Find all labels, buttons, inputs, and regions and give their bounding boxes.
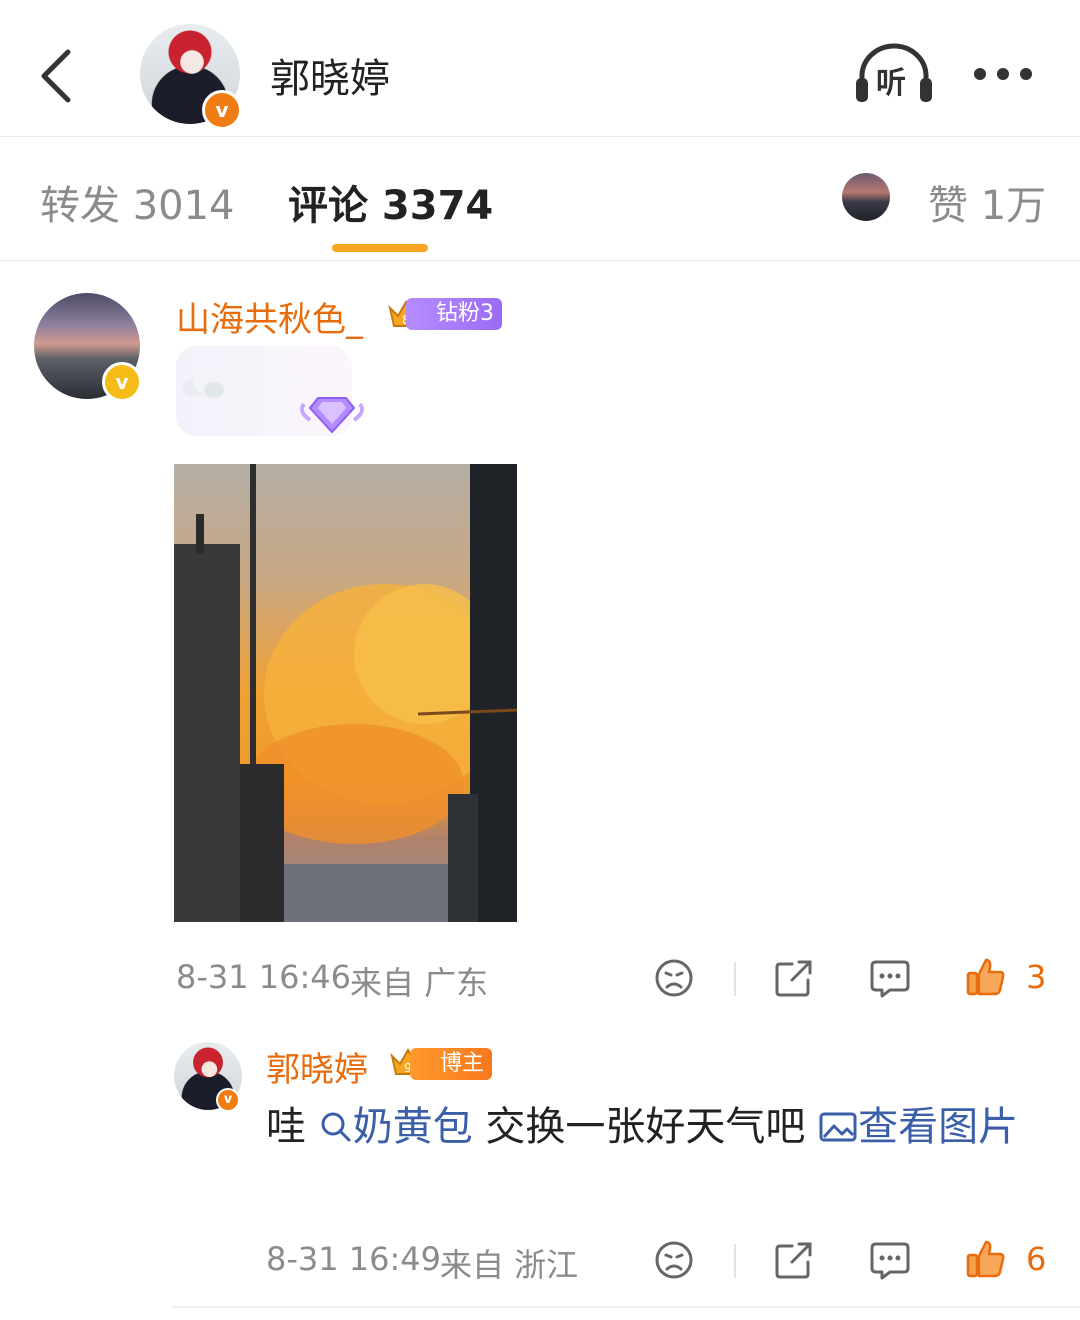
listen-label[interactable]: 听	[876, 58, 906, 102]
action-divider	[734, 962, 736, 996]
share-icon[interactable]	[774, 1240, 814, 1280]
author-badge: 博主	[410, 1048, 493, 1080]
reply-text-prefix: 哇	[266, 1104, 319, 1150]
cloud-icon	[182, 370, 224, 398]
back-icon[interactable]	[34, 44, 78, 108]
reply-comment-icon[interactable]	[870, 1240, 910, 1280]
thumbs-up-icon[interactable]	[966, 956, 1006, 996]
thumbs-up-icon[interactable]	[966, 1238, 1006, 1278]
view-image-link[interactable]: 查看图片	[818, 1104, 1018, 1150]
liker-avatar	[842, 173, 890, 221]
comment-time: 8-31 16:46	[176, 958, 352, 996]
active-tab-indicator	[332, 244, 428, 252]
search-link[interactable]: 奶黄包	[319, 1104, 473, 1150]
view-image-label[interactable]: 查看图片	[858, 1104, 1018, 1150]
comment-source: 来自 广东	[350, 964, 489, 1002]
share-icon[interactable]	[774, 958, 814, 998]
image-icon	[819, 1112, 857, 1142]
verified-badge-icon: v	[216, 1088, 240, 1112]
tab-bar: 转发 3014 评论 3374 赞 1万	[0, 137, 1080, 261]
search-link-label[interactable]: 奶黄包	[353, 1104, 473, 1150]
sunset-buildings-image	[174, 464, 517, 922]
tab-repost[interactable]: 转发 3014	[40, 173, 235, 231]
comment-photo[interactable]	[174, 464, 517, 922]
top-bar: v 郭晓婷 听	[0, 0, 1080, 137]
dislike-face-icon[interactable]	[654, 1240, 694, 1280]
verified-badge-icon: v	[102, 362, 142, 402]
reply-comment-icon[interactable]	[870, 958, 910, 998]
diamond-gem-icon	[300, 397, 364, 434]
more-icon[interactable]	[970, 62, 1036, 86]
action-divider	[734, 1244, 736, 1278]
divider	[172, 1306, 1080, 1308]
search-icon	[321, 1112, 351, 1142]
reply-text: 哇 奶黄包 交换一张好天气吧 查看图片	[266, 1096, 1046, 1158]
tab-like[interactable]: 赞 1万	[928, 173, 1046, 231]
reply-time: 8-31 16:49	[266, 1240, 442, 1278]
tab-comment[interactable]: 评论 3374	[288, 173, 493, 231]
fan-badge: 钻粉3	[406, 298, 502, 330]
dislike-face-icon[interactable]	[654, 958, 694, 998]
reply-text-middle: 交换一张好天气吧	[472, 1104, 819, 1150]
verified-badge-icon: v	[202, 90, 242, 130]
comment-like-count: 3	[1026, 958, 1047, 996]
reply-like-count: 6	[1026, 1240, 1047, 1278]
reply-source: 来自 浙江	[440, 1246, 579, 1284]
reply-username[interactable]: 郭晓婷	[266, 1042, 368, 1091]
page-title: 郭晓婷	[270, 56, 390, 102]
commenter-username[interactable]: 山海共秋色_	[176, 292, 363, 341]
